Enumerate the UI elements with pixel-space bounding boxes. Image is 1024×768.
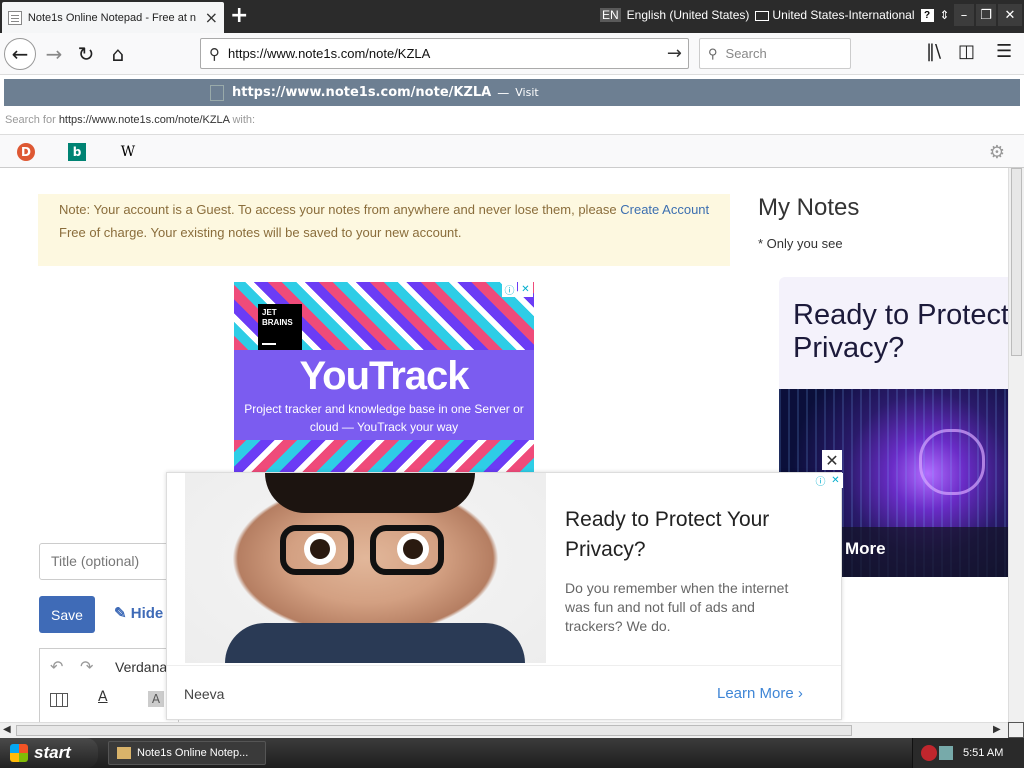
overlay-ad-title: Ready to Protect Your Privacy? <box>565 508 770 561</box>
address-bar[interactable]: ⚲ https://www.note1s.com/note/KZLA → <box>200 38 689 69</box>
tray-app-icon[interactable] <box>921 745 937 761</box>
browser-tab[interactable]: Note1s Online Notepad - Free at n × <box>2 2 224 33</box>
windows-logo-icon <box>10 744 28 762</box>
search-icon: ⚲ <box>708 45 718 61</box>
learn-more-button[interactable]: Learn More › <box>717 685 803 702</box>
menu-icon[interactable]: ☰ <box>996 41 1012 62</box>
ad-title: YouTrack <box>299 354 469 398</box>
background-color-icon[interactable]: A <box>148 691 164 707</box>
browser-icon <box>117 747 131 759</box>
ad-close-icon[interactable]: ✕ <box>828 473 843 488</box>
suggestion-dash: — <box>497 85 510 100</box>
font-select[interactable]: Verdana <box>115 659 167 675</box>
create-account-link[interactable]: Create Account <box>620 202 709 217</box>
new-tab-button[interactable]: + <box>230 4 248 28</box>
tab-title: Note1s Online Notepad - Free at n <box>27 11 197 24</box>
guest-notice: Note: Your account is a Guest. To access… <box>38 194 730 266</box>
overlay-ad[interactable]: ⓘ ✕ Ready to Protect Your Privacy? Do yo… <box>166 472 843 720</box>
side-ad-title: Ready to Protect Your Privacy? <box>793 299 1008 364</box>
search-icon: ⚲ <box>209 44 220 63</box>
search-box[interactable]: ⚲ Search <box>699 38 851 69</box>
scroll-thumb[interactable] <box>1011 168 1022 356</box>
back-button[interactable]: ← <box>4 38 36 70</box>
undo-icon[interactable]: ↶ <box>50 657 63 676</box>
jetbrains-logo: JET BRAINS <box>258 304 302 350</box>
scroll-left-icon[interactable]: ◀ <box>3 724 11 735</box>
clock[interactable]: 5:51 AM <box>963 747 1003 759</box>
scroll-right-icon[interactable]: ▶ <box>993 724 1001 735</box>
forward-button[interactable]: → <box>38 38 70 70</box>
help-icon[interactable]: ? <box>920 8 934 22</box>
adchoices-icon[interactable]: ⓘ <box>502 282 517 297</box>
my-notes-subtitle: * Only you see <box>758 236 843 251</box>
ad-close-icon[interactable]: ✕ <box>518 282 533 297</box>
language-code: EN <box>600 8 621 22</box>
sidebar-icon[interactable]: ◫ <box>958 41 975 62</box>
my-notes-title: My Notes <box>758 194 860 221</box>
start-button[interactable]: start <box>0 738 98 768</box>
duckduckgo-icon[interactable]: D <box>17 143 35 161</box>
youtrack-ad[interactable]: JET BRAINS YouTrack Project tracker and k… <box>234 282 534 472</box>
wikipedia-icon[interactable]: W <box>119 143 137 161</box>
search-input[interactable]: Search <box>726 46 767 61</box>
restore-button[interactable]: ❐ <box>976 4 996 26</box>
navigation-bar: ← → ↻ ⌂ ⚲ https://www.note1s.com/note/KZ… <box>0 33 1024 75</box>
edit-icon: ✎ <box>114 605 131 622</box>
vertical-scrollbar[interactable] <box>1008 168 1024 723</box>
hide-button[interactable]: ✎ Hide <box>114 604 163 622</box>
system-tray: 5:51 AM <box>912 738 1024 768</box>
search-for-line: Search for https://www.note1s.com/note/K… <box>5 114 256 126</box>
notepad-favicon-icon <box>8 10 22 25</box>
title-bar: Note1s Online Notepad - Free at n × + EN… <box>0 0 1024 33</box>
scroll-thumb[interactable] <box>16 725 852 736</box>
close-window-button[interactable]: ✕ <box>998 4 1022 26</box>
overlay-ad-body: Do you remember when the internet was fu… <box>565 580 789 634</box>
ad-photo <box>185 473 546 663</box>
editor-toolbar: ↶ ↷ Verdana A A <box>39 648 179 723</box>
table-icon[interactable] <box>50 693 68 707</box>
bing-icon[interactable]: b <box>68 143 86 161</box>
url-suggestion[interactable]: https://www.note1s.com/note/KZLA — Visit <box>4 79 1020 106</box>
language-name: English (United States) <box>626 8 750 22</box>
language-options-icon[interactable]: ⇕ <box>940 8 950 22</box>
save-button[interactable]: Save <box>39 596 95 633</box>
adchoices-icon[interactable]: ⓘ <box>813 473 828 488</box>
minimize-button[interactable]: – <box>954 4 974 26</box>
window-controls: – ❐ ✕ <box>954 4 1022 26</box>
page-icon <box>210 84 224 101</box>
gear-icon[interactable]: ⚙ <box>988 142 1006 163</box>
overlay-ad-brand: Neeva <box>184 686 225 702</box>
overlay-close-button[interactable]: ✕ <box>822 450 842 470</box>
keyboard-icon <box>755 10 770 21</box>
ad-subtitle: Project tracker and knowledge base in on… <box>244 402 524 434</box>
scroll-corner <box>1008 722 1024 738</box>
search-for-query: https://www.note1s.com/note/KZLA <box>58 114 230 126</box>
library-icon[interactable]: ‖\ <box>926 41 941 62</box>
horizontal-scrollbar[interactable]: ◀ ▶ <box>0 722 1008 738</box>
taskbar: start Note1s Online Notep... 5:51 AM <box>0 738 1024 768</box>
search-engine-bar: D b W ⚙ <box>0 134 1024 168</box>
title-input[interactable]: Title (optional) <box>39 543 179 580</box>
close-tab-icon[interactable]: × <box>205 8 218 27</box>
keyboard-layout: United States-International <box>755 8 915 22</box>
home-button[interactable]: ⌂ <box>102 38 134 70</box>
text-color-icon[interactable]: A <box>98 689 108 705</box>
network-icon[interactable] <box>939 746 953 760</box>
chevron-right-icon: › <box>797 685 803 702</box>
language-bar[interactable]: EN English (United States) United States… <box>600 0 950 30</box>
suggestion-action: Visit <box>515 86 539 99</box>
address-input[interactable]: https://www.note1s.com/note/KZLA <box>228 46 667 61</box>
redo-icon[interactable]: ↷ <box>80 657 93 676</box>
go-arrow-icon[interactable]: → <box>667 43 682 64</box>
divider <box>167 665 841 666</box>
suggestion-url: https://www.note1s.com/note/KZLA <box>232 85 492 100</box>
ad-pattern <box>234 440 534 472</box>
reload-button[interactable]: ↻ <box>70 38 102 70</box>
taskbar-item-browser[interactable]: Note1s Online Notep... <box>108 741 266 765</box>
